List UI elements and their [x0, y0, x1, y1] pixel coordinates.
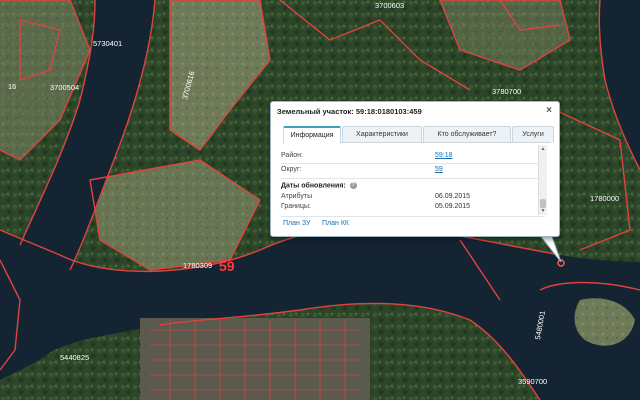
info-scrollbar[interactable]: ▲ ▼: [538, 145, 547, 215]
popup-tabs: Информация Характеристики Кто обслуживае…: [283, 126, 554, 144]
attributes-label: Атрибуты: [281, 193, 313, 200]
cadastral-plan-link[interactable]: План КК: [322, 220, 349, 227]
update-dates-title: Даты обновления:: [281, 182, 346, 190]
scroll-up-icon[interactable]: ▲: [539, 145, 547, 153]
scroll-down-icon[interactable]: ▼: [539, 207, 547, 215]
region-label: Округ:: [281, 166, 302, 173]
parcel-plan-link[interactable]: План ЗУ: [283, 220, 310, 227]
tab-who-serves[interactable]: Кто обслуживает?: [423, 126, 511, 142]
info-content: Район: 59:18 Округ: 59 Даты обновления: …: [281, 145, 545, 215]
popup-title: Земельный участок: 59:18:0180103:459: [277, 107, 422, 116]
divider: [281, 163, 543, 164]
district-value[interactable]: 59:18: [435, 152, 453, 159]
boundaries-label: Границы:: [281, 203, 311, 210]
popup-pointer: [538, 234, 562, 263]
tab-characteristics[interactable]: Характеристики: [342, 126, 422, 142]
tab-information[interactable]: Информация: [283, 126, 341, 144]
map-label: 3780700: [492, 87, 521, 96]
update-dates-heading: Даты обновления: ?: [281, 182, 357, 189]
district-label: Район:: [281, 152, 303, 159]
close-button[interactable]: ×: [546, 105, 552, 116]
map-label: 3590700: [518, 377, 547, 386]
popup-footer: План ЗУ План КК: [281, 216, 545, 231]
tab-services[interactable]: Услуги: [512, 126, 554, 142]
parcel-info-popup: Земельный участок: 59:18:0180103:459 × И…: [270, 101, 560, 237]
boundaries-date: 05.09.2015: [435, 203, 471, 210]
map-label: 5730401: [93, 39, 122, 48]
map-label: 16: [8, 82, 16, 91]
map-label: 3700504: [50, 83, 79, 92]
attributes-date: 06.09.2015: [435, 193, 471, 200]
info-icon[interactable]: ?: [349, 182, 357, 189]
map-label: 1780000: [590, 194, 619, 203]
map-label-district: 59: [219, 258, 235, 274]
map-label: 3700603: [375, 1, 404, 10]
region-value[interactable]: 59: [435, 166, 443, 173]
map-label: 5440825: [60, 353, 89, 362]
divider: [281, 178, 543, 179]
map-label: 1780309: [183, 261, 212, 270]
